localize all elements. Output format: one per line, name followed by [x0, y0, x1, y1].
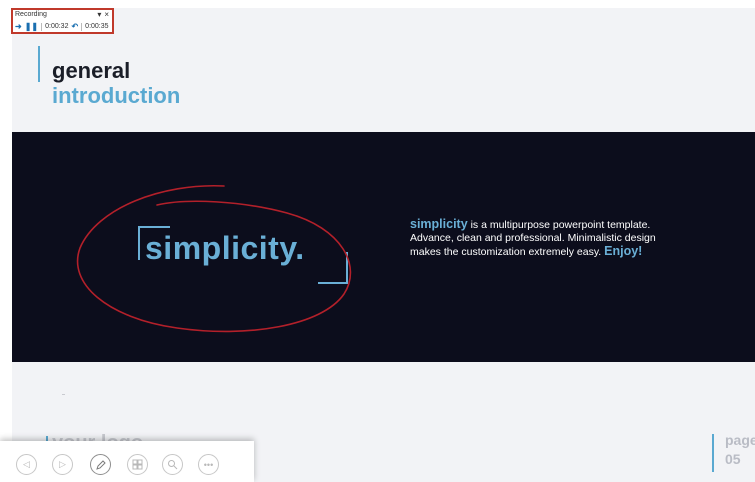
recording-widget[interactable]: Recording ▾ × ➜ ❚❚ 0:00:32 ↶ 0:00:35	[11, 8, 114, 34]
pen-button[interactable]	[90, 454, 111, 475]
page-accent-bar	[712, 434, 714, 472]
simplicity-wordmark: simplicity.	[145, 230, 305, 266]
pen-icon	[95, 459, 106, 470]
close-icon[interactable]: ×	[104, 10, 109, 19]
more-icon: •••	[203, 459, 214, 470]
recording-title: Recording	[15, 11, 47, 18]
page-label: page	[725, 432, 755, 448]
grid-icon	[132, 459, 143, 470]
slide: general introduction simplicity. simplic…	[12, 8, 755, 482]
chevron-right-icon: ▷	[59, 459, 66, 469]
description-highlight: simplicity	[410, 217, 468, 231]
advance-arrow-icon[interactable]: ➜	[15, 22, 22, 31]
separator	[41, 22, 43, 31]
chevron-left-icon: ◁	[23, 459, 30, 469]
slide-title-line1: general	[52, 58, 131, 83]
slide-title-line2: introduction	[52, 83, 181, 108]
more-options-button[interactable]: •••	[198, 454, 219, 475]
zoom-icon	[168, 460, 178, 470]
separator	[81, 22, 83, 31]
total-time: 0:00:35	[85, 23, 109, 30]
pause-icon[interactable]: ❚❚	[25, 22, 38, 31]
previous-slide-button[interactable]: ◁	[16, 454, 37, 475]
title-accent-bar	[38, 46, 40, 82]
presenter-toolbar: ◁ ▷ •••	[0, 441, 254, 482]
elapsed-time: 0:00:32	[45, 23, 69, 30]
logo-bracket-bottom-right	[318, 252, 348, 284]
repeat-icon[interactable]: ↶	[71, 22, 78, 31]
description-text: simplicity is a multipurpose powerpoint …	[410, 218, 672, 259]
next-slide-button[interactable]: ▷	[52, 454, 73, 475]
zoom-button[interactable]	[162, 454, 183, 475]
slides-grid-button[interactable]	[127, 454, 148, 475]
page-number: 05	[725, 451, 741, 467]
description-closing: Enjoy!	[604, 244, 643, 258]
chevron-down-icon[interactable]: ▾	[97, 10, 101, 19]
slide-dot	[62, 394, 65, 395]
